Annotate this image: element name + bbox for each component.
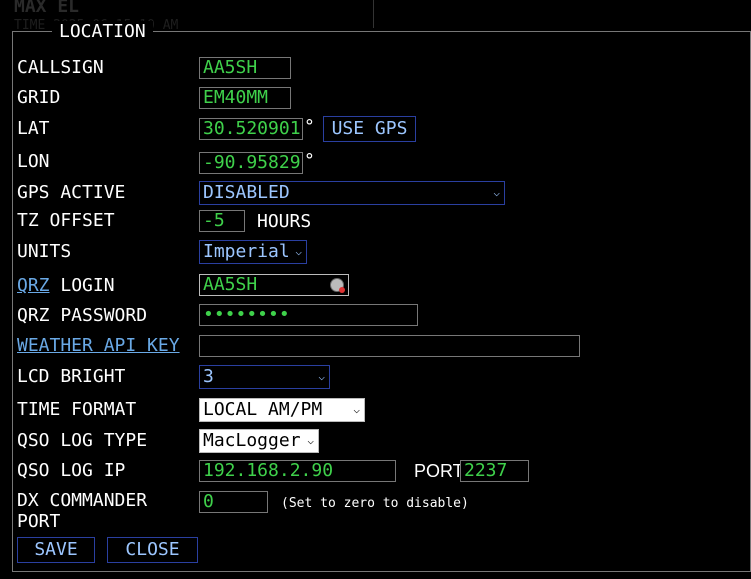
- password-manager-key-icon[interactable]: [330, 278, 345, 293]
- qso-log-ip-input[interactable]: 192.168.2.90: [199, 460, 396, 482]
- lon-degree-unit: °: [304, 150, 315, 171]
- lat-input[interactable]: 30.520901: [199, 118, 303, 140]
- units-value: Imperial: [203, 241, 290, 262]
- save-button[interactable]: SAVE: [17, 537, 95, 563]
- gps-active-value: DISABLED: [203, 182, 290, 203]
- chevron-down-icon: ⌵: [307, 434, 314, 447]
- gps-active-select[interactable]: DISABLED ⌵: [199, 181, 505, 205]
- qrz-password-input[interactable]: ••••••••: [199, 304, 418, 326]
- dx-commander-port-input[interactable]: 0: [199, 491, 268, 513]
- dialog-title: LOCATION: [52, 21, 153, 43]
- qrz-login-label: QRZ LOGIN: [17, 275, 115, 296]
- tz-offset-label: TZ OFFSET: [17, 210, 115, 231]
- qrz-login-label-text: LOGIN: [60, 275, 115, 296]
- qrz-login-input[interactable]: AA5SH: [199, 274, 349, 296]
- dx-commander-port-label: PORT: [17, 511, 61, 532]
- dx-commander-hint: (Set to zero to disable): [281, 496, 469, 511]
- qso-log-type-select[interactable]: MacLogger ⌵: [199, 429, 319, 453]
- close-button[interactable]: CLOSE: [107, 537, 198, 563]
- callsign-label: CALLSIGN: [17, 57, 104, 78]
- lcd-bright-value: 3: [203, 366, 214, 387]
- lcd-bright-label: LCD BRIGHT: [17, 366, 126, 387]
- chevron-down-icon: ⌵: [318, 370, 325, 383]
- time-format-select[interactable]: LOCAL AM/PM ⌵: [199, 398, 365, 422]
- time-format-label: TIME FORMAT: [17, 399, 137, 420]
- chevron-down-icon: ⌵: [493, 186, 500, 199]
- lcd-bright-select[interactable]: 3 ⌵: [199, 365, 330, 389]
- tz-offset-unit: HOURS: [257, 211, 312, 232]
- qrz-link[interactable]: QRZ: [17, 275, 50, 296]
- lon-label: LON: [17, 151, 50, 172]
- port-label: PORT: [414, 461, 464, 481]
- weather-api-key-input[interactable]: [199, 335, 580, 357]
- units-label: UNITS: [17, 241, 72, 262]
- lon-input[interactable]: -90.95829: [199, 152, 303, 174]
- chevron-down-icon: ⌵: [295, 245, 302, 258]
- lat-degree-unit: °: [304, 116, 315, 137]
- lat-label: LAT: [17, 118, 50, 139]
- callsign-input[interactable]: AA5SH: [199, 57, 291, 79]
- units-select[interactable]: Imperial ⌵: [199, 240, 307, 264]
- grid-input[interactable]: EM40MM: [199, 87, 291, 109]
- background-title: MAX EL: [14, 0, 80, 17]
- time-format-value: LOCAL AM/PM: [203, 399, 323, 420]
- qrz-password-label: QRZ PASSWORD: [17, 305, 148, 326]
- background-divider: [373, 0, 374, 28]
- use-gps-button[interactable]: USE GPS: [323, 116, 416, 142]
- qso-log-type-value: MacLogger: [203, 430, 301, 451]
- grid-label: GRID: [17, 87, 61, 108]
- tz-offset-input[interactable]: -5: [199, 210, 245, 232]
- qso-log-ip-label: QSO LOG IP: [17, 460, 126, 481]
- dx-commander-label: DX COMMANDER: [17, 490, 148, 511]
- weather-api-key-link[interactable]: WEATHER API KEY: [17, 335, 180, 356]
- qso-log-type-label: QSO LOG TYPE: [17, 430, 148, 451]
- gps-active-label: GPS ACTIVE: [17, 182, 126, 203]
- chevron-down-icon: ⌵: [353, 403, 360, 416]
- qso-log-port-input[interactable]: 2237: [460, 460, 529, 482]
